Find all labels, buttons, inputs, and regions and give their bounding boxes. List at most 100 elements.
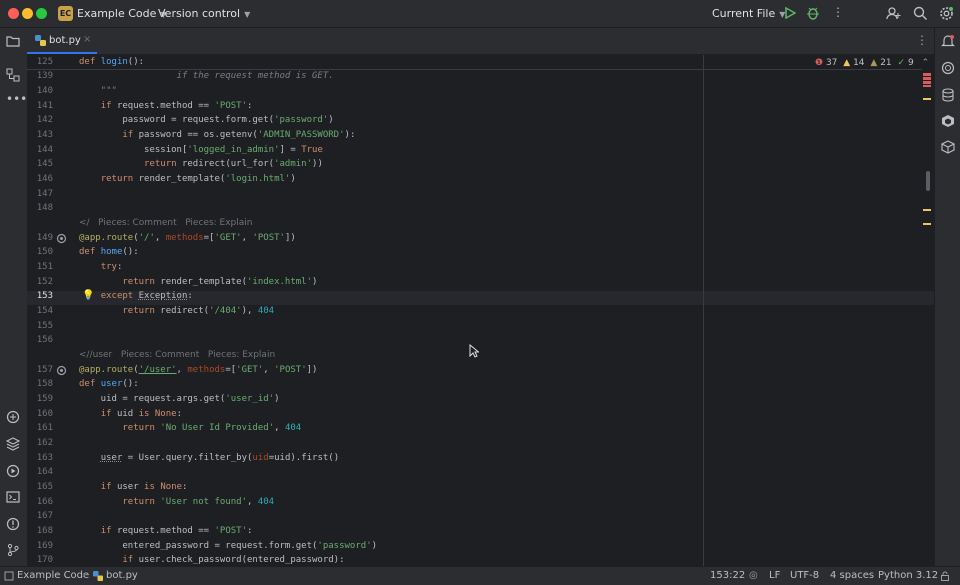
pieces-explain-link[interactable]: Pieces: Explain xyxy=(208,350,275,360)
layers-icon[interactable] xyxy=(6,437,20,451)
right-margin-guide xyxy=(703,55,704,566)
debug-icon[interactable] xyxy=(806,6,820,20)
line-number: 143 xyxy=(36,130,53,140)
route-path-link[interactable]: /user xyxy=(90,350,113,360)
version-control-menu[interactable]: Version control ▼ xyxy=(158,7,250,20)
add-user-icon[interactable] xyxy=(886,6,901,21)
settings-gear-icon[interactable] xyxy=(939,6,954,21)
run-config-selector[interactable]: Current File ▼ xyxy=(712,7,785,20)
read-only-lock-icon[interactable] xyxy=(940,571,950,581)
line-number: 154 xyxy=(36,306,53,316)
notifications-bell-icon[interactable] xyxy=(941,34,955,48)
run-config-label: Current File xyxy=(712,7,776,20)
pieces-comment-link[interactable]: Pieces: Comment xyxy=(98,218,176,228)
route-icon: </ xyxy=(79,350,90,360)
breadcrumb-file[interactable]: bot.py xyxy=(106,570,138,581)
warning-marker[interactable] xyxy=(923,98,931,100)
line-number: 165 xyxy=(36,482,53,492)
project-folder-icon[interactable] xyxy=(6,34,20,48)
error-marker[interactable] xyxy=(923,81,931,84)
code-line: if user.check_password(entered_password)… xyxy=(122,555,345,565)
chevron-down-icon: ▼ xyxy=(244,10,251,19)
code-line: def login(): xyxy=(79,57,145,67)
code-line: @app.route('/', methods=['GET', 'POST']) xyxy=(79,233,296,243)
editor-gutter: 125 139 140 141 142 143 144 145 146 147 … xyxy=(27,55,95,566)
error-marker[interactable] xyxy=(923,85,931,87)
line-number: 140 xyxy=(36,86,53,96)
zoom-window-button[interactable] xyxy=(36,8,47,19)
error-marker[interactable] xyxy=(923,73,931,76)
pieces-icon[interactable] xyxy=(941,114,955,128)
project-badge[interactable]: EC xyxy=(58,6,73,21)
right-tool-strip xyxy=(934,28,960,566)
line-number: 153 xyxy=(36,291,53,301)
line-number: 158 xyxy=(36,379,53,389)
code-line: if request.method == 'POST': xyxy=(100,526,253,536)
tab-bot-py[interactable]: bot.py × xyxy=(27,28,97,54)
line-separator[interactable]: LF xyxy=(769,570,780,581)
services-icon[interactable] xyxy=(6,464,20,478)
pieces-code-lens: <//user Pieces: Comment Pieces: Explain xyxy=(79,350,275,360)
structure-icon[interactable] xyxy=(6,68,20,82)
ai-assistant-icon[interactable] xyxy=(941,61,955,75)
code-line: if password == os.getenv('ADMIN_PASSWORD… xyxy=(122,130,356,140)
line-number: 139 xyxy=(36,71,53,81)
git-branch-icon[interactable] xyxy=(6,543,20,557)
line-number: 166 xyxy=(36,497,53,507)
pieces-code-lens: </ Pieces: Comment Pieces: Explain xyxy=(79,218,252,228)
line-number: 148 xyxy=(36,203,53,213)
code-line: password = request.form.get('password') xyxy=(79,115,334,125)
breadcrumb-project[interactable]: Example Code xyxy=(17,570,89,581)
line-number: 159 xyxy=(36,394,53,404)
sticky-lines-separator xyxy=(27,69,922,70)
code-line: return render_template('login.html') xyxy=(100,174,296,184)
more-tools-icon[interactable]: ••• xyxy=(6,92,27,106)
problems-icon[interactable] xyxy=(6,517,20,531)
indentation[interactable]: 4 spaces xyxy=(830,570,874,581)
error-marker[interactable] xyxy=(923,77,931,80)
python-interpreter[interactable]: Python 3.12 xyxy=(878,570,938,581)
code-line: def home(): xyxy=(79,247,139,257)
tab-options-icon[interactable]: ⋮ xyxy=(916,33,928,47)
line-number: 151 xyxy=(36,262,53,272)
warning-marker[interactable] xyxy=(923,209,931,211)
pieces-explain-link[interactable]: Pieces: Explain xyxy=(185,218,252,228)
endpoint-gutter-icon[interactable] xyxy=(56,365,67,376)
code-line: entered_password = request.form.get('pas… xyxy=(79,541,378,551)
code-line: try: xyxy=(100,262,123,272)
line-number: 163 xyxy=(36,453,53,463)
route-icon: </ xyxy=(79,218,90,228)
file-encoding[interactable]: UTF-8 xyxy=(790,570,819,581)
line-number: 147 xyxy=(36,189,53,199)
vertical-scrollbar-thumb[interactable] xyxy=(926,171,930,191)
code-line: """ xyxy=(79,86,117,96)
code-line: session['logged_in_admin'] = True xyxy=(79,145,323,155)
code-editor[interactable]: ❶ 37 ▲ 14 ▲ 21 ✓ 9 ⌃ ⌄ 125 139 140 141 1… xyxy=(27,55,934,566)
line-number: 170 xyxy=(36,555,53,565)
python-file-icon xyxy=(35,35,46,46)
endpoint-gutter-icon[interactable] xyxy=(56,233,67,244)
project-switcher[interactable]: Example Code ▼ xyxy=(77,7,167,20)
terminal-icon[interactable] xyxy=(6,490,20,504)
pieces-comment-link[interactable]: Pieces: Comment xyxy=(121,350,199,360)
more-actions-icon[interactable]: ⋮ xyxy=(832,5,844,19)
package-icon[interactable] xyxy=(941,140,955,154)
error-icon: ❶ xyxy=(815,58,824,68)
minimize-window-button[interactable] xyxy=(22,8,33,19)
code-line: if request.method == 'POST': xyxy=(100,101,253,111)
database-icon[interactable] xyxy=(941,88,955,102)
search-icon[interactable] xyxy=(913,6,928,21)
inspection-widget[interactable]: ❶ 37 ▲ 14 ▲ 21 ✓ 9 ⌃ ⌄ xyxy=(815,58,934,68)
close-tab-icon[interactable]: × xyxy=(83,34,91,45)
run-icon[interactable] xyxy=(784,7,796,19)
copilot-status-icon[interactable]: ◎ xyxy=(749,570,758,581)
previous-highlight-icon[interactable]: ⌃ xyxy=(922,58,930,68)
line-number: 144 xyxy=(36,145,53,155)
line-number: 146 xyxy=(36,174,53,184)
warning-marker[interactable] xyxy=(923,223,931,225)
python-console-icon[interactable] xyxy=(6,410,20,424)
ok-count: 9 xyxy=(907,58,914,68)
close-window-button[interactable] xyxy=(8,8,19,19)
line-number: 150 xyxy=(36,247,53,257)
caret-position[interactable]: 153:22 xyxy=(710,570,745,581)
